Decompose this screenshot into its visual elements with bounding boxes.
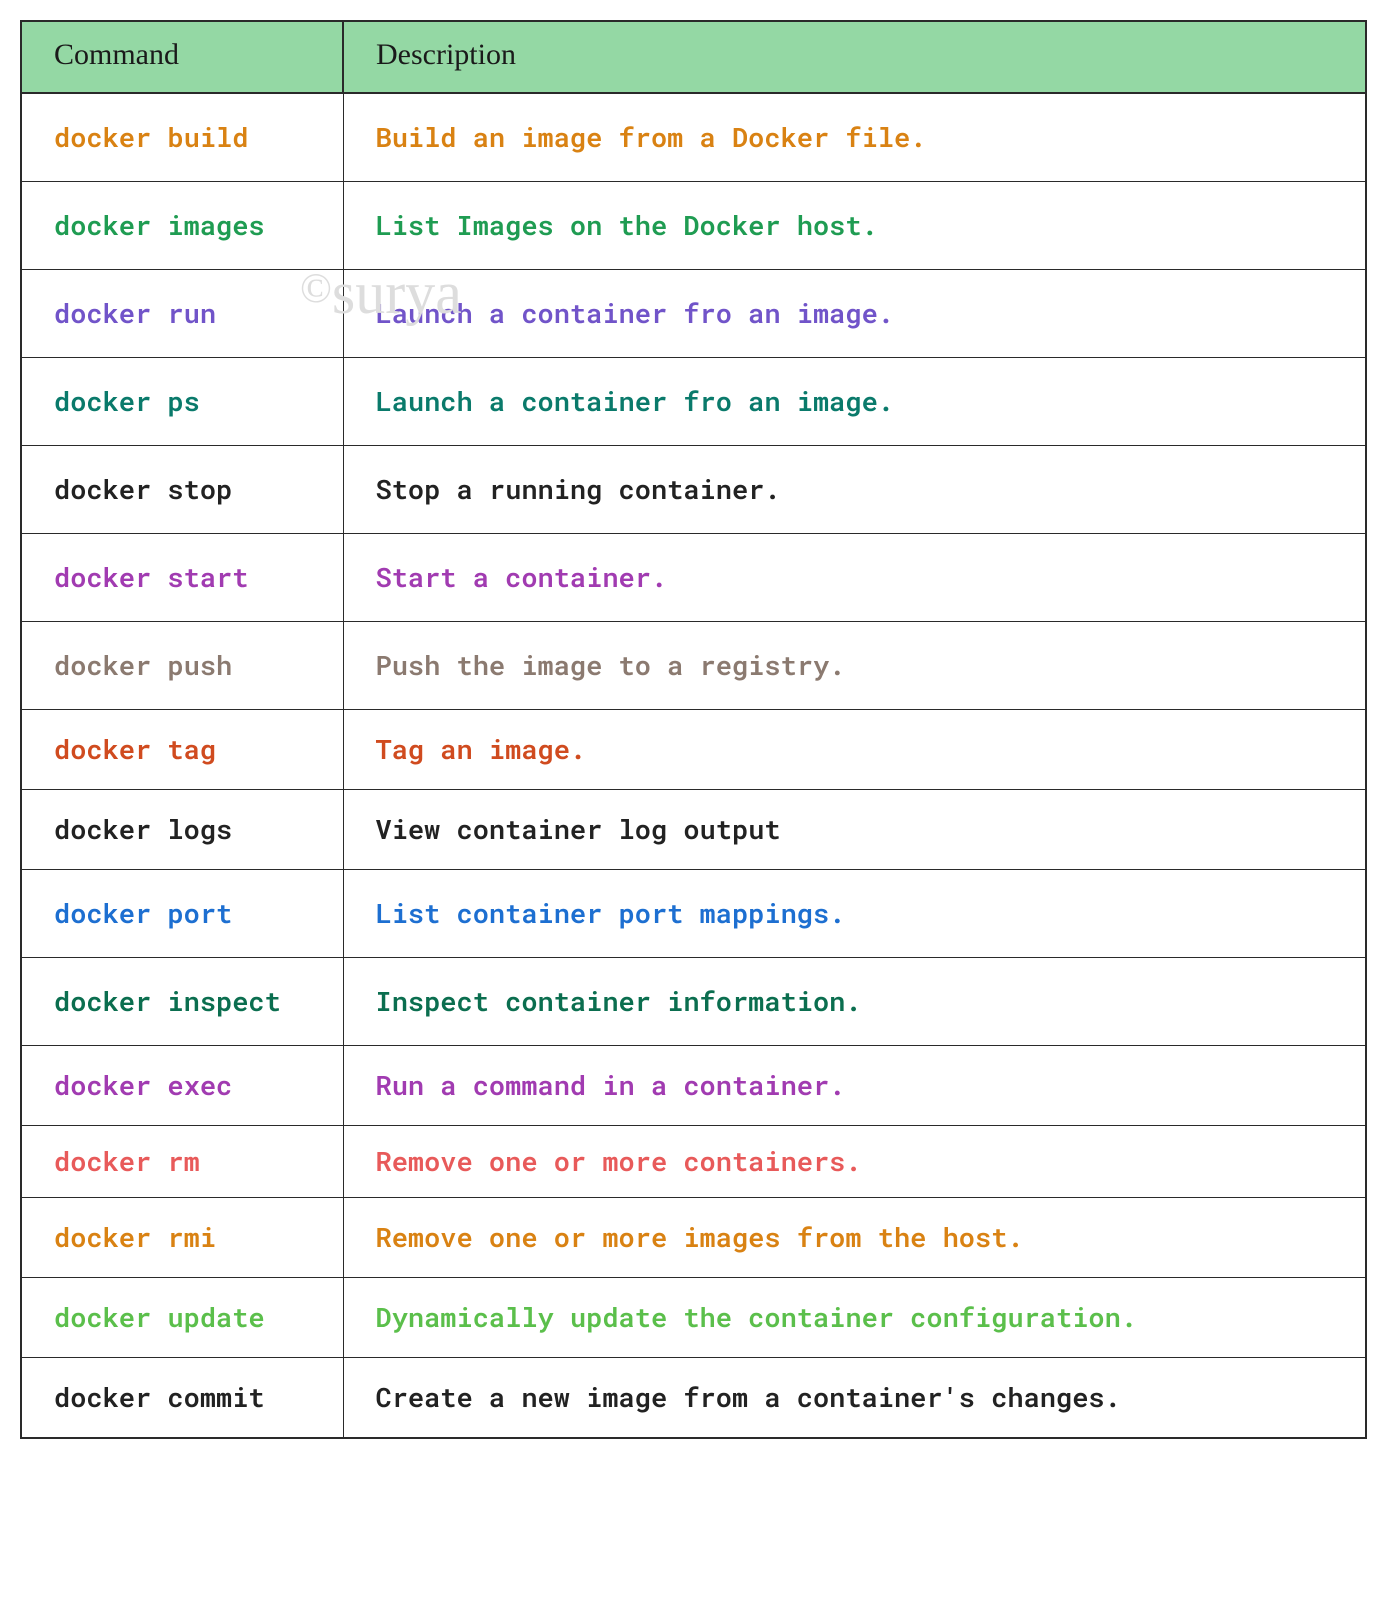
command-cell: docker images bbox=[21, 182, 343, 270]
table-row: docker stopStop a running container. bbox=[21, 446, 1366, 534]
command-cell: docker run bbox=[21, 270, 343, 358]
description-cell: Launch a container fro an image. bbox=[343, 358, 1366, 446]
header-command: Command bbox=[21, 21, 343, 93]
command-cell: docker rm bbox=[21, 1126, 343, 1198]
table-row: docker inspectInspect container informat… bbox=[21, 958, 1366, 1046]
table-row: docker updateDynamically update the cont… bbox=[21, 1278, 1366, 1358]
command-cell: docker push bbox=[21, 622, 343, 710]
header-description: Description bbox=[343, 21, 1366, 93]
description-cell: Build an image from a Docker file. bbox=[343, 93, 1366, 182]
command-cell: docker exec bbox=[21, 1046, 343, 1126]
command-cell: docker commit bbox=[21, 1358, 343, 1439]
command-cell: docker logs bbox=[21, 790, 343, 870]
description-cell: Stop a running container. bbox=[343, 446, 1366, 534]
command-cell: docker inspect bbox=[21, 958, 343, 1046]
table-row: docker buildBuild an image from a Docker… bbox=[21, 93, 1366, 182]
description-cell: Push the image to a registry. bbox=[343, 622, 1366, 710]
description-cell: Launch a container fro an image. bbox=[343, 270, 1366, 358]
description-cell: Remove one or more containers. bbox=[343, 1126, 1366, 1198]
table-row: docker psLaunch a container fro an image… bbox=[21, 358, 1366, 446]
docker-commands-table: Command Description docker buildBuild an… bbox=[20, 20, 1367, 1439]
description-cell: Remove one or more images from the host. bbox=[343, 1198, 1366, 1278]
description-cell: Inspect container information. bbox=[343, 958, 1366, 1046]
description-cell: List container port mappings. bbox=[343, 870, 1366, 958]
description-cell: List Images on the Docker host. bbox=[343, 182, 1366, 270]
table-row: docker rmRemove one or more containers. bbox=[21, 1126, 1366, 1198]
table-header-row: Command Description bbox=[21, 21, 1366, 93]
table-row: docker commitCreate a new image from a c… bbox=[21, 1358, 1366, 1439]
table-row: docker portList container port mappings. bbox=[21, 870, 1366, 958]
table-row: docker pushPush the image to a registry. bbox=[21, 622, 1366, 710]
table-row: docker startStart a container. bbox=[21, 534, 1366, 622]
table-row: docker logsView container log output bbox=[21, 790, 1366, 870]
table-row: docker tagTag an image. bbox=[21, 710, 1366, 790]
command-cell: docker stop bbox=[21, 446, 343, 534]
table-row: docker runLaunch a container fro an imag… bbox=[21, 270, 1366, 358]
command-cell: docker update bbox=[21, 1278, 343, 1358]
table-row: docker imagesList Images on the Docker h… bbox=[21, 182, 1366, 270]
table-row: docker rmiRemove one or more images from… bbox=[21, 1198, 1366, 1278]
description-cell: View container log output bbox=[343, 790, 1366, 870]
command-cell: docker rmi bbox=[21, 1198, 343, 1278]
command-cell: docker ps bbox=[21, 358, 343, 446]
description-cell: Create a new image from a container's ch… bbox=[343, 1358, 1366, 1439]
description-cell: Run a command in a container. bbox=[343, 1046, 1366, 1126]
command-cell: docker tag bbox=[21, 710, 343, 790]
description-cell: Dynamically update the container configu… bbox=[343, 1278, 1366, 1358]
description-cell: Tag an image. bbox=[343, 710, 1366, 790]
description-cell: Start a container. bbox=[343, 534, 1366, 622]
command-cell: docker build bbox=[21, 93, 343, 182]
command-cell: docker start bbox=[21, 534, 343, 622]
command-cell: docker port bbox=[21, 870, 343, 958]
table-row: docker execRun a command in a container. bbox=[21, 1046, 1366, 1126]
